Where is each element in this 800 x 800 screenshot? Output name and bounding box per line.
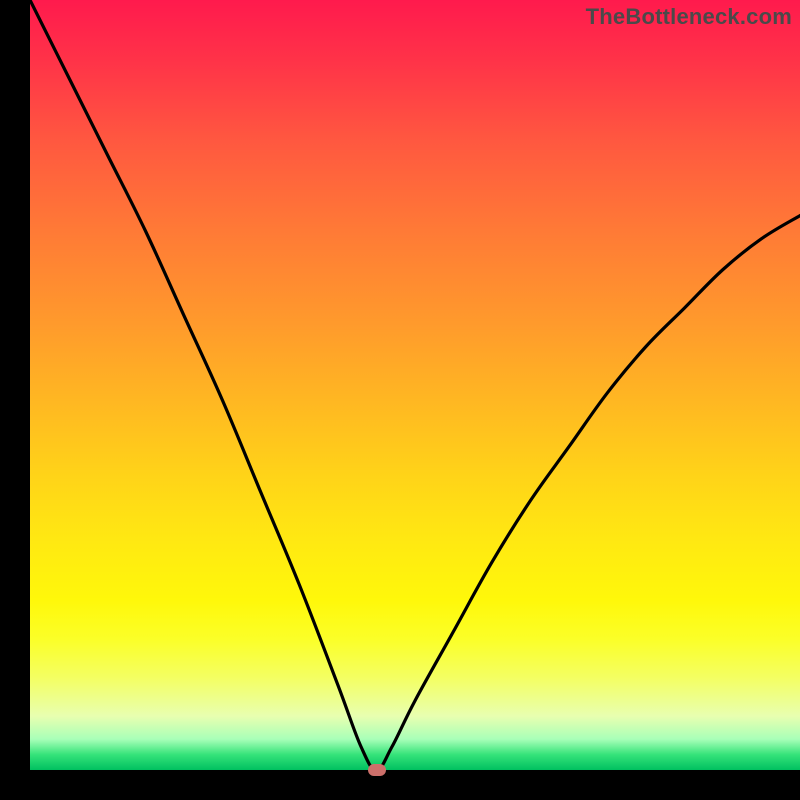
- bottleneck-curve: [30, 0, 800, 770]
- plot-area: TheBottleneck.com: [30, 0, 800, 770]
- chart-frame: TheBottleneck.com: [0, 0, 800, 800]
- watermark-text: TheBottleneck.com: [586, 4, 792, 30]
- minimum-marker: [368, 764, 386, 776]
